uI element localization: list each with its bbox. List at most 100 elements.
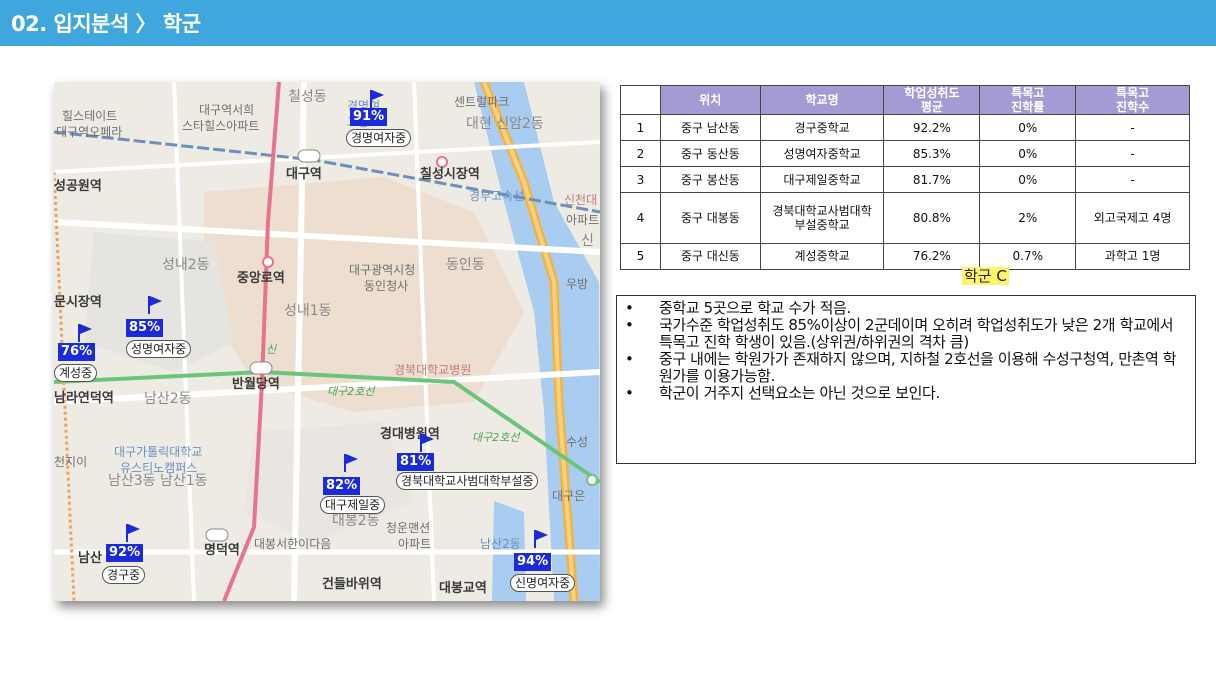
map-place-label: 성내2동 [162,257,210,273]
cell-school-name: 계성중학교 [759,242,885,271]
map-place-label: 수성 [566,435,589,449]
cell-special-rate: 0% [979,113,1077,142]
marker-school-label[interactable]: 경북대학교사범대학부설중 [396,472,539,490]
cell-school-name: 성명여자중학교 [759,140,885,168]
cell-achievement: 80.8% [883,192,981,244]
map-place-label: 칠성동 [288,89,327,105]
marker-school-label[interactable]: 경구중 [102,566,146,584]
cell-no: 3 [620,166,661,194]
flag-marker-icon[interactable] [370,90,384,108]
marker-school-label[interactable]: 계성중 [54,364,98,382]
flag-marker-icon[interactable] [534,530,548,548]
note-bullet: • [625,299,634,317]
cell-school-name: 경구중학교 [759,113,885,142]
map-place-label: 성내1동 [284,303,332,319]
flag-marker-icon[interactable] [420,434,434,452]
table-header-row: 위치 학교명 학업성취도 평균 특목고 진학률 특목고 진학수 [620,85,1190,115]
marker-school-label[interactable]: 신명여자중 [510,574,576,592]
header-achievement: 학업성취도 평균 [883,85,981,115]
map-place-label: 대구광역시청 [349,263,416,277]
table-row: 2 중구 동산동 성명여자중학교 85.3% 0% - [620,140,1190,168]
header-no [620,85,661,115]
map-place-label: 남산2동 [480,537,521,551]
table-row: 5 중구 대신동 계성중학교 76.2% 0.7% 과학고 1명 [620,242,1190,271]
map-place-label: 명덕역 [204,543,240,558]
cell-special-rate: 0% [979,166,1077,194]
cell-special-count: 과학고 1명 [1075,242,1190,271]
note-text: 중구 내에는 학원가가 존재하지 않으며, 지하철 2호선을 이용해 수성구청역… [659,350,1177,385]
page-title: 02. 입지분석 〉 학군 [11,12,201,36]
map-place-label: 동인청사 [364,279,409,293]
table-row: 3 중구 봉산동 대구제일중학교 81.7% 0% - [620,166,1190,194]
map-place-label: 센트럴파크 [454,95,510,109]
map-place-label: 신 [581,233,594,249]
map-place-label: 신천대 [564,193,598,207]
cell-achievement: 76.2% [883,242,981,271]
map-place-label: 동인동 [446,257,485,273]
map-place-label: 대구2호선 [472,431,520,444]
map-place-label: 천지이 [54,455,88,469]
cell-location: 중구 봉산동 [659,166,761,194]
note-item: • 중구 내에는 학원가가 존재하지 않으며, 지하철 2호선을 이용해 수성구청… [625,351,1189,385]
map-place-label: 남라연덕역 [54,391,114,406]
map-place-label: 대구역 [286,167,322,182]
cell-special-rate: 0.7% [979,242,1077,271]
map-place-label: 스타힐스아파트 [182,119,260,133]
marker-achievement-badge[interactable]: 76% [58,343,96,361]
map-place-label: 대구은 [552,489,586,503]
table-row: 4 중구 대봉동 경북대학교사범대학 부설중학교 80.8% 2% 외고국제고 4명 [620,192,1190,244]
cell-special-count: 외고국제고 4명 [1075,192,1190,244]
map-place-label: 대현 신암2동 [466,116,544,132]
cell-location: 중구 남산동 [659,113,761,142]
map-place-label: 칠성시장역 [420,167,480,182]
marker-achievement-badge[interactable]: 82% [323,477,361,495]
map-place-label: 대구가톨릭대학교 [114,445,203,459]
cell-special-rate: 2% [979,192,1077,244]
cell-special-count: - [1075,166,1190,194]
map-place-label: 신 [266,343,277,356]
cell-school-name: 대구제일중학교 [759,166,885,194]
note-item: • 중학교 5곳으로 학교 수가 적음. [625,300,1189,317]
map-place-label: 남산2동 [144,391,192,407]
school-table: 위치 학교명 학업성취도 평균 특목고 진학률 특목고 진학수 1 중구 남산동 경구중학… [620,85,1190,271]
marker-achievement-badge[interactable]: 91% [350,108,388,126]
cell-location: 중구 동산동 [659,140,761,168]
flag-marker-icon[interactable] [148,296,162,314]
header-location: 위치 [659,85,761,115]
map-place-label: 반월당역 [232,377,280,392]
marker-achievement-badge[interactable]: 85% [126,319,164,337]
district-caption: 학군 C [962,267,1009,285]
cell-achievement: 81.7% [883,166,981,194]
marker-achievement-badge[interactable]: 81% [397,453,435,471]
cell-no: 2 [620,140,661,168]
map-place-label: 대봉교역 [439,581,487,596]
cell-location: 중구 대봉동 [659,192,761,244]
map-place-label: 아파트 [398,537,432,551]
cell-special-count: - [1075,113,1190,142]
cell-school-name: 경북대학교사범대학 부설중학교 [759,192,885,244]
cell-special-rate: 0% [979,140,1077,168]
marker-achievement-badge[interactable]: 92% [106,544,144,562]
map-place-label: 아파트 [566,213,600,227]
flag-marker-icon[interactable] [126,524,140,542]
school-district-map[interactable]: 힐스테이트대구역오페라대구역서희스타힐스아파트칠성동경명여고등센트럴파크대현 신… [54,82,600,601]
marker-achievement-badge[interactable]: 94% [514,553,552,571]
marker-school-label[interactable]: 대구제일중 [320,496,386,514]
map-place-label: 문시장역 [54,295,102,310]
map-place-label: 대구2호선 [327,385,375,398]
map-place-label: 청운맨션 [386,521,431,535]
cell-location: 중구 대신동 [659,242,761,271]
map-place-label: 대구역오페라 [56,125,123,139]
marker-school-label[interactable]: 경명여자중 [346,129,412,147]
note-item: • 국가수준 학업성취도 85%이상이 2군데이며 오히려 학업성취도가 낮은 2… [625,317,1189,351]
flag-marker-icon[interactable] [344,454,358,472]
table-body: 1 중구 남산동 경구중학교 92.2% 0% -2 중구 동산동 성명여자중학교 85.3% 0… [620,113,1190,271]
header-special-count: 특목고 진학수 [1075,85,1190,115]
map-place-label: 성공원역 [54,179,102,194]
map-place-label: 남산3동 남산1동 [108,473,208,489]
note-text: 학군이 거주지 선택요소는 아닌 것으로 보인다. [659,384,940,402]
map-place-label: 힐스테이트 [62,109,118,123]
note-bullet: • [625,384,634,402]
flag-marker-icon[interactable] [78,324,92,342]
marker-school-label[interactable]: 성명여자중 [126,340,192,358]
